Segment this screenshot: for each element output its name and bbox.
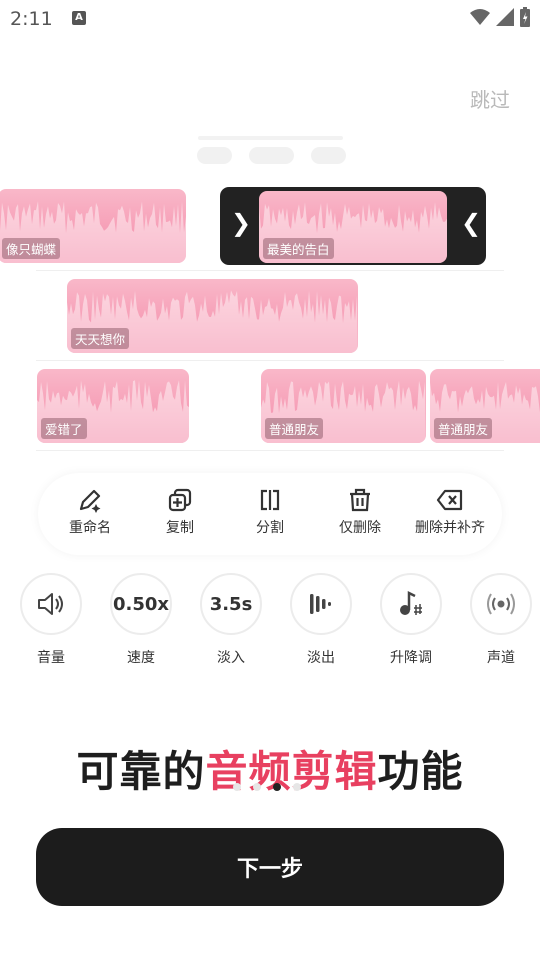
delete-and-fill-label: 删除并补齐: [415, 520, 485, 536]
pager-dots: [233, 783, 301, 791]
delete-and-fill-button[interactable]: 删除并补齐: [405, 485, 495, 537]
trim-handle-left[interactable]: ❯: [231, 209, 251, 237]
fade-out-bars-icon: [310, 594, 331, 614]
split-label: 分割: [256, 520, 284, 536]
speed-value: 0.50x: [110, 573, 172, 635]
volume-label: 音量: [37, 650, 65, 666]
split-icon: [260, 489, 280, 511]
fade-in-value: 3.5s: [200, 573, 262, 635]
pager-dot: [253, 783, 261, 791]
fade-out-control[interactable]: 淡出: [276, 573, 366, 667]
placeholder-pill: [249, 147, 294, 164]
status-icons: [470, 7, 530, 27]
clip-label: 天天想你: [71, 328, 130, 349]
pitch-label: 升降调: [390, 650, 432, 666]
track-divider: [36, 270, 504, 271]
audio-clip[interactable]: 像只蝴蝶: [0, 189, 186, 263]
clip-label: 爱错了: [41, 418, 87, 439]
pager-dot: [233, 783, 241, 791]
notification-a-icon: A: [72, 11, 86, 25]
rename-button[interactable]: 重命名: [45, 485, 135, 537]
battery-icon: [520, 7, 530, 27]
fade-out-label: 淡出: [307, 650, 335, 666]
pitch-control[interactable]: 升降调: [366, 573, 456, 667]
delete-only-label: 仅删除: [339, 520, 381, 536]
pager-dot: [293, 783, 301, 791]
volume-control[interactable]: 音量: [6, 573, 96, 667]
next-button[interactable]: 下一步: [36, 828, 504, 906]
pager-dot-active: [273, 783, 281, 791]
wifi-icon: [470, 9, 490, 25]
delete-only-button[interactable]: 仅删除: [315, 485, 405, 537]
rename-label: 重命名: [69, 520, 111, 536]
audio-clip-selected[interactable]: 最美的告白: [259, 191, 447, 263]
copy-button[interactable]: 复制: [135, 485, 225, 537]
delete-backspace-icon: [436, 489, 463, 511]
fade-in-label: 淡入: [217, 650, 245, 666]
placeholder-line: [198, 136, 343, 140]
clip-label: 普通朋友: [265, 418, 324, 439]
audio-clip[interactable]: 普通朋友: [261, 369, 426, 443]
signal-icon: [496, 8, 514, 26]
placeholder-pill: [311, 147, 346, 164]
trash-icon: [350, 488, 370, 512]
track-divider: [36, 360, 504, 361]
speed-label: 速度: [127, 650, 155, 666]
clip-label: 像只蝴蝶: [2, 238, 61, 259]
audio-clip[interactable]: 天天想你: [67, 279, 358, 353]
copy-label: 复制: [166, 520, 194, 536]
split-button[interactable]: 分割: [225, 485, 315, 537]
volume-icon: [38, 593, 63, 615]
trim-handle-right[interactable]: ❮: [461, 209, 481, 237]
copy-icon: [168, 488, 192, 512]
channel-label: 声道: [487, 650, 515, 666]
fade-in-control[interactable]: 3.5s 淡入: [186, 573, 276, 667]
track-divider: [36, 450, 504, 451]
clip-label: 最美的告白: [263, 238, 334, 259]
placeholder-pill: [197, 147, 232, 164]
rename-pen-icon: [79, 489, 101, 513]
headline-part1: 可靠的: [76, 747, 206, 796]
speed-control[interactable]: 0.50x 速度: [96, 573, 186, 667]
audio-clip[interactable]: 普通朋友: [430, 369, 540, 443]
channel-control[interactable]: 声道: [456, 573, 540, 667]
headline-part2: 功能: [377, 747, 464, 796]
status-time: 2:11: [10, 8, 53, 30]
channel-icon: [487, 593, 515, 615]
skip-button[interactable]: 跳过: [470, 84, 510, 113]
clip-label: 普通朋友: [434, 418, 493, 439]
audio-clip[interactable]: 爱错了: [37, 369, 189, 443]
music-note-sharp-icon: [400, 590, 422, 615]
